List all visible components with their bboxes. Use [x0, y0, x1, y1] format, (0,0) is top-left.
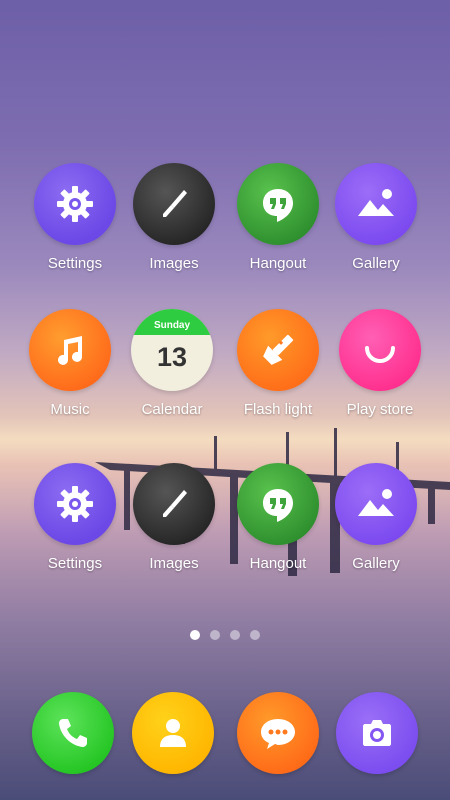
app-label-images: Images	[149, 255, 199, 272]
app-label-gallery: Gallery	[352, 255, 400, 272]
calendar-weekday: Sunday	[131, 309, 213, 335]
hangout-app-icon[interactable]	[237, 463, 319, 545]
page-dot-4[interactable]	[250, 630, 260, 640]
app-label-settings: Settings	[47, 255, 103, 272]
mountain-icon	[358, 189, 394, 216]
music-app-icon[interactable]	[29, 309, 111, 391]
app-label-gallery: Gallery	[352, 555, 400, 572]
app-settings-2[interactable]: Settings	[20, 463, 130, 572]
app-label-calendar: Calendar	[141, 401, 203, 418]
music-note-icon	[58, 336, 82, 365]
app-label-images: Images	[149, 555, 199, 572]
play-store-app-icon[interactable]	[339, 309, 421, 391]
dock-phone[interactable]	[32, 692, 114, 774]
flashlight-icon	[263, 334, 294, 365]
app-grid: Settings Images Hangout Gallery Music Su…	[0, 0, 450, 800]
page-dot-1[interactable]	[190, 630, 200, 640]
contact-icon	[160, 719, 186, 747]
page-dot-3[interactable]	[230, 630, 240, 640]
quote-bubble-icon	[263, 189, 293, 222]
app-play-store[interactable]: Play store	[325, 309, 435, 418]
app-hangout[interactable]: Hangout	[223, 163, 333, 272]
camera-icon	[363, 720, 391, 746]
dock-camera[interactable]	[336, 692, 418, 774]
gear-icon	[57, 186, 93, 222]
settings-app-icon[interactable]	[34, 163, 116, 245]
app-calendar[interactable]: Sunday 13 Calendar	[117, 309, 227, 418]
phone-icon	[59, 719, 87, 747]
page-dot-2[interactable]	[210, 630, 220, 640]
gear-icon	[57, 486, 93, 522]
app-gallery-2[interactable]: Gallery	[321, 463, 431, 572]
app-flashlight[interactable]: Flash light	[223, 309, 333, 418]
app-settings[interactable]: Settings	[20, 163, 130, 272]
ring-icon	[365, 346, 395, 363]
app-gallery[interactable]: Gallery	[321, 163, 431, 272]
calendar-day: 13	[156, 342, 188, 372]
settings-app-icon[interactable]	[34, 463, 116, 545]
app-label-flashlight: Flash light	[243, 401, 313, 418]
dock-contacts[interactable]	[132, 692, 214, 774]
chat-bubble-icon	[261, 719, 295, 749]
app-label-settings: Settings	[47, 555, 103, 572]
app-hangout-2[interactable]: Hangout	[223, 463, 333, 572]
app-music[interactable]: Music	[15, 309, 125, 418]
mountain-icon	[358, 489, 394, 516]
flashlight-app-icon[interactable]	[237, 309, 319, 391]
images-app-icon[interactable]	[133, 163, 215, 245]
hangout-app-icon[interactable]	[237, 163, 319, 245]
app-label-music: Music	[50, 401, 90, 418]
paintbrush-icon	[163, 190, 187, 217]
dock-messages[interactable]	[237, 692, 319, 774]
app-images[interactable]: Images	[119, 163, 229, 272]
quote-bubble-icon	[263, 489, 293, 522]
gallery-app-icon[interactable]	[335, 463, 417, 545]
gallery-app-icon[interactable]	[335, 163, 417, 245]
images-app-icon[interactable]	[133, 463, 215, 545]
paintbrush-icon	[163, 490, 187, 517]
calendar-icon[interactable]: Sunday 13	[131, 309, 213, 391]
page-indicator	[0, 630, 450, 640]
app-images-2[interactable]: Images	[119, 463, 229, 572]
app-label-play-store: Play store	[346, 401, 414, 418]
app-label-hangout: Hangout	[249, 555, 307, 572]
app-label-hangout: Hangout	[249, 255, 307, 272]
